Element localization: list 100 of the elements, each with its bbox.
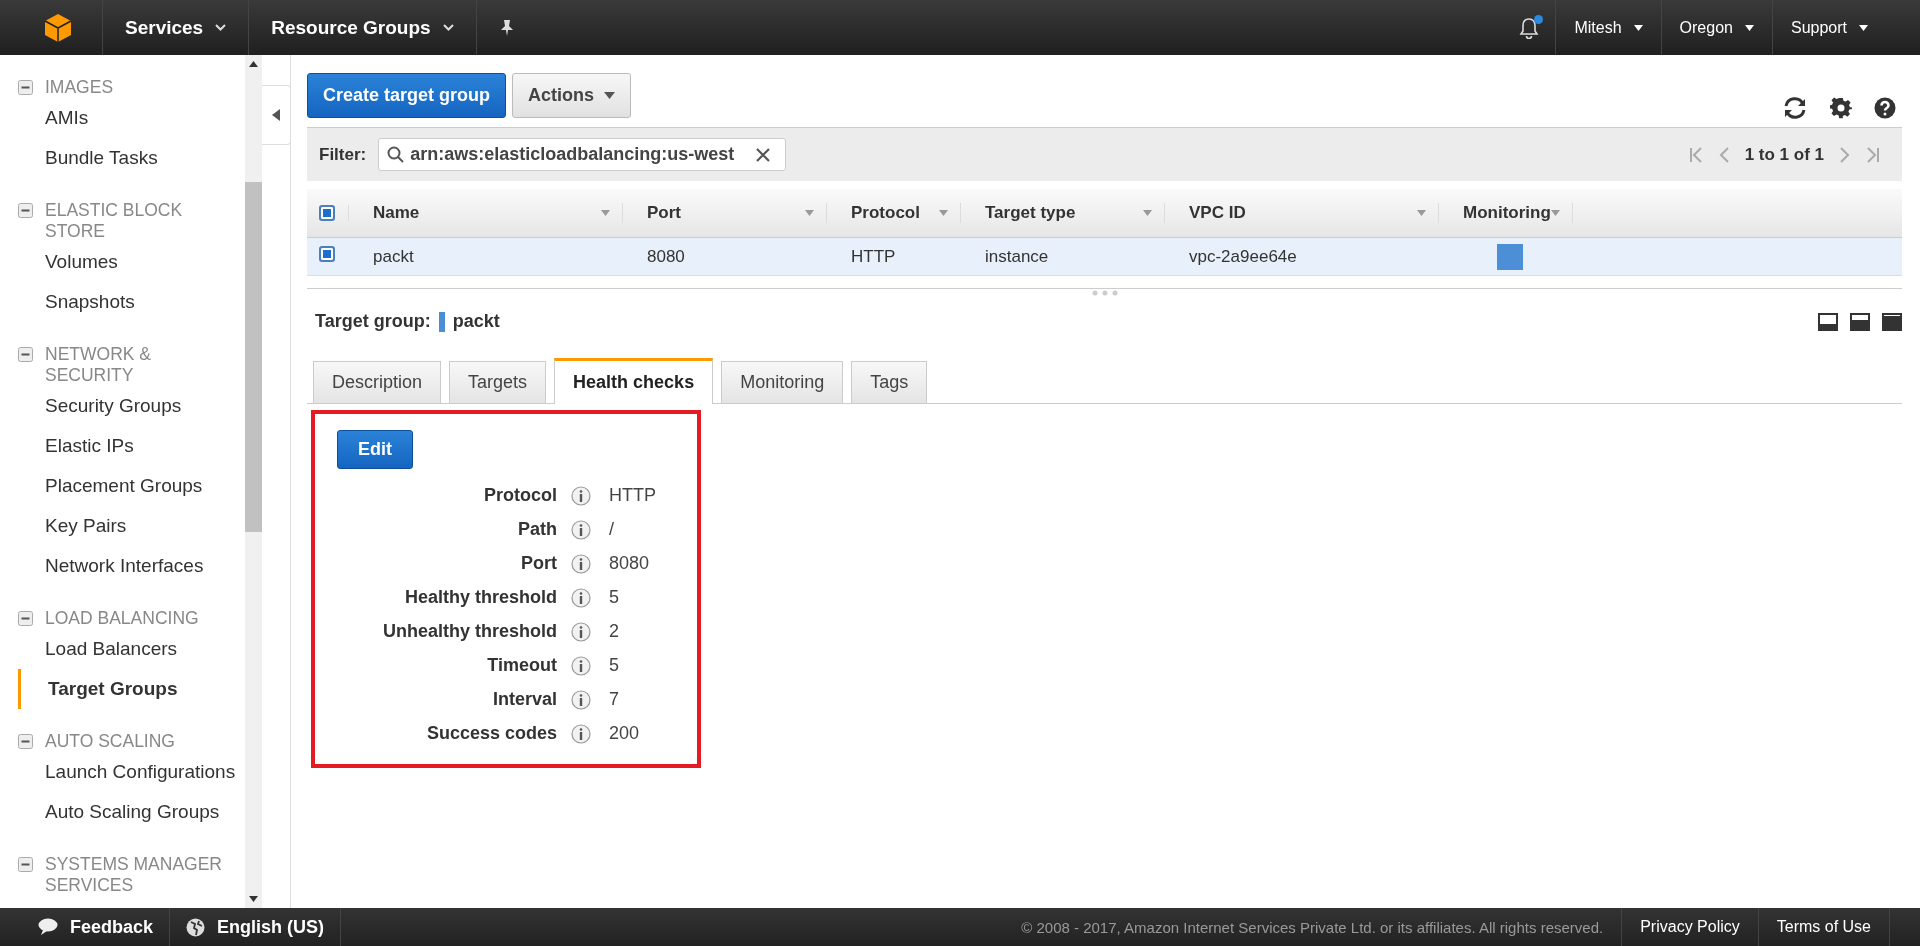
sidebar-item[interactable]: Placement Groups [0,466,245,506]
sidebar-item[interactable]: Network Interfaces [0,546,245,586]
detail-title-value: packt [452,311,500,332]
field-label: Healthy threshold [403,587,557,608]
sort-caret-icon [1417,210,1426,216]
field-value: 5 [609,655,620,676]
scroll-up-icon[interactable] [249,61,258,67]
pane-layout-icon[interactable] [1818,312,1838,331]
info-icon[interactable] [571,485,591,506]
detail-tab[interactable]: Description [313,361,442,403]
field-value: / [609,519,615,540]
settings-icon[interactable] [1830,97,1852,119]
sidebar-section-title: IMAGES [45,77,114,98]
clear-icon[interactable] [756,147,771,162]
nav-menu[interactable]: Oregon [1661,0,1773,55]
info-icon[interactable] [571,587,591,608]
sidebar-item[interactable]: AMIs [0,98,245,138]
sidebar-section-title: SYSTEMS MANAGER SERVICES [45,854,223,896]
sidebar-section-title: ELASTIC BLOCK STORE [45,200,184,242]
collapse-sidebar-tab[interactable] [262,85,291,145]
nav-menu[interactable]: Support [1772,0,1886,55]
column-header[interactable]: Target type [985,203,1076,223]
globe-icon [186,917,206,937]
collapse-icon[interactable] [18,203,33,218]
table-cell: vpc-2a9ee64e [1189,246,1297,266]
speech-bubble-icon [38,918,58,936]
sort-caret-icon [601,210,610,216]
sidebar-item[interactable]: Snapshots [0,282,245,322]
sidebar-item[interactable]: Launch Configurations [0,752,245,792]
field-value: 8080 [609,553,651,574]
table-cell: HTTP [851,246,896,266]
select-all-checkbox[interactable] [319,205,335,221]
info-icon[interactable] [571,689,591,710]
triangle-left-icon [272,109,280,121]
column-header[interactable]: Name [373,203,420,223]
footer-link[interactable]: Terms of Use [1757,908,1890,946]
refresh-icon[interactable] [1782,97,1808,119]
monitoring-icon[interactable] [1497,243,1523,270]
filter-field[interactable]: arn:aws:elasticloadbalancing:us-west [378,138,787,171]
info-icon[interactable] [571,723,591,744]
collapse-icon[interactable] [18,611,33,626]
cube-logo-icon[interactable] [44,12,72,43]
footer-link[interactable]: Privacy Policy [1621,908,1758,946]
feedback-button[interactable]: Feedback [0,908,171,946]
collapse-icon[interactable] [18,347,33,362]
sidebar-section-title: NETWORK & SECURITY [45,344,152,386]
sidebar-item[interactable]: Auto Scaling Groups [0,792,245,832]
sidebar-item[interactable]: Bundle Tasks [0,138,245,178]
info-icon[interactable] [571,621,591,642]
nav-menu[interactable]: Mitesh [1556,0,1662,55]
scrollbar[interactable] [245,55,262,908]
group-marker [438,311,445,332]
sidebar-item[interactable]: Volumes [0,242,245,282]
table-cell: packt [373,246,414,266]
field-label: Unhealthy threshold [382,621,557,642]
sort-caret-icon [805,210,814,216]
column-header[interactable]: VPC ID [1189,203,1246,223]
actions-button[interactable]: Actions [512,73,632,118]
field-value: 5 [609,587,620,608]
pane-layout-icon[interactable] [1850,312,1870,331]
column-header[interactable]: Port [647,203,681,223]
collapse-icon[interactable] [18,734,33,749]
sidebar-item[interactable]: Load Balancers [0,629,245,669]
bell-icon[interactable] [1519,16,1540,39]
detail-tab[interactable]: Monitoring [721,361,844,403]
sort-caret-icon [1551,210,1560,216]
chevron-down-icon [442,24,454,31]
detail-tab[interactable]: Targets [449,361,547,403]
collapse-icon[interactable] [18,857,33,872]
field-value: 7 [609,689,620,710]
scroll-down-icon [249,896,258,902]
language-button[interactable]: English (US) [170,908,342,946]
field-value: 200 [609,723,641,744]
sort-caret-icon [939,210,948,216]
table-cell: instance [985,246,1049,266]
help-icon[interactable] [1874,97,1896,119]
info-icon[interactable] [571,655,591,676]
chevron-down-icon [215,24,227,31]
field-label: Protocol [483,485,557,506]
info-icon[interactable] [571,519,591,540]
sidebar-item[interactable]: Key Pairs [0,506,245,546]
field-label: Interval [491,689,557,710]
create-target-group-button[interactable]: Create target group [307,73,507,118]
filter-label: Filter: [319,144,367,165]
sidebar-item[interactable]: Target Groups [18,669,245,709]
caret-icon [1633,24,1643,31]
pane-layout-icon[interactable] [1882,312,1902,331]
sidebar-item[interactable]: Elastic IPs [0,426,245,466]
sidebar-item[interactable]: Security Groups [0,386,245,426]
edit-button[interactable]: Edit [337,430,413,469]
detail-title-label: Target group: [315,311,431,332]
field-label: Success codes [425,723,557,744]
detail-tab[interactable]: Health checks [554,358,714,404]
row-checkbox[interactable] [319,246,335,262]
collapse-icon[interactable] [18,80,33,95]
info-icon[interactable] [571,553,591,574]
caret-icon [604,92,616,99]
detail-tab[interactable]: Tags [851,361,928,403]
field-label: Port [520,553,557,574]
sort-caret-icon [1143,210,1152,216]
